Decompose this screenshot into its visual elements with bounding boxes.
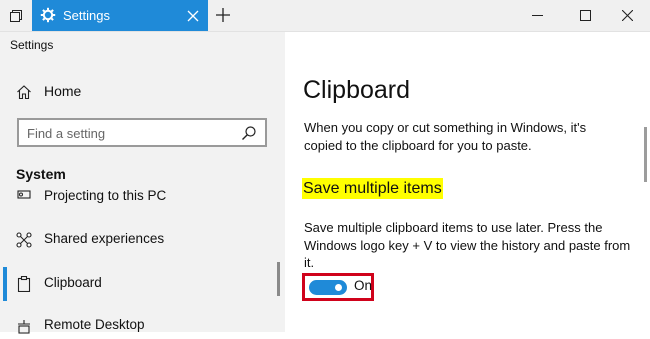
close-tab-icon[interactable] [187, 6, 199, 25]
sidebar-item-projecting[interactable]: Projecting to this PC [0, 190, 285, 206]
new-tab-icon[interactable] [212, 3, 234, 28]
clipboard-history-toggle[interactable] [309, 280, 347, 295]
sidebar-scrollbar[interactable] [277, 262, 280, 296]
toggle-knob [335, 284, 342, 291]
projector-icon [16, 190, 32, 202]
main-content: Clipboard When you copy or cut something… [285, 32, 650, 332]
sidebar-item-label: Shared experiences [44, 231, 165, 246]
home-icon [16, 84, 32, 100]
sidebar-item-label: Projecting to this PC [44, 190, 167, 203]
search-icon[interactable] [241, 125, 257, 141]
close-window-icon[interactable] [604, 0, 650, 31]
sidebar-item-label: Home [44, 83, 82, 99]
intro-text: When you copy or cut something in Window… [304, 120, 587, 153]
sidebar-item-shared-experiences[interactable]: Shared experiences [0, 228, 285, 252]
description-text: Save multiple clipboard items to use lat… [304, 220, 631, 270]
clipboard-icon [16, 275, 32, 293]
minimize-icon[interactable] [514, 0, 560, 31]
shared-icon [16, 232, 32, 248]
gear-icon [40, 7, 56, 23]
sidebar-item-clipboard[interactable]: Clipboard [0, 267, 285, 301]
sidebar-item-home[interactable]: Home [0, 80, 285, 104]
search-box[interactable] [17, 118, 267, 147]
task-view-icon[interactable] [0, 0, 32, 31]
title-bar: Settings [0, 0, 650, 32]
maximize-icon[interactable] [562, 0, 608, 31]
settings-tab[interactable]: Settings [32, 0, 208, 31]
app-title: Settings [10, 38, 54, 52]
main-scrollbar[interactable] [644, 127, 647, 182]
sidebar-item-label: Remote Desktop [44, 317, 145, 332]
sidebar: Settings Home System Projecting to this … [0, 32, 285, 334]
section-heading: Save multiple items [302, 178, 443, 199]
section-title: System [16, 166, 66, 182]
annotation-highlight-box: On [302, 273, 374, 301]
search-input[interactable] [27, 124, 227, 142]
tab-title: Settings [63, 8, 110, 23]
active-indicator [3, 267, 7, 301]
sidebar-item-label: Clipboard [44, 275, 102, 290]
sidebar-item-remote-desktop[interactable]: Remote Desktop [0, 314, 285, 338]
toggle-state-label: On [354, 278, 373, 293]
page-title: Clipboard [303, 76, 411, 104]
